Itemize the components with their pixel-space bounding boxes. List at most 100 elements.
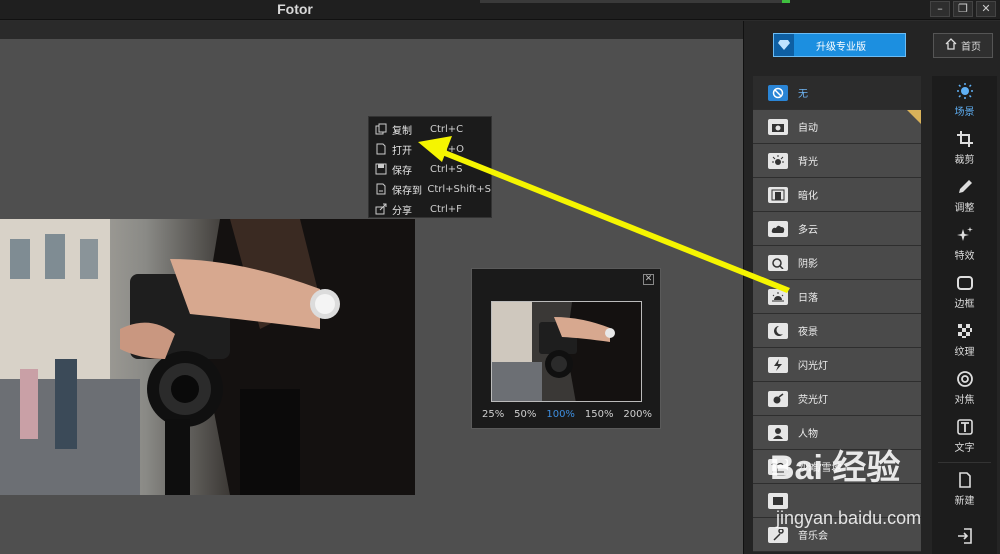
scene-item-night[interactable]: 夜景 xyxy=(753,314,921,348)
upgrade-pro-button[interactable]: 升级专业版 xyxy=(773,33,906,57)
tool-sidebar: 场景 裁剪 调整 特效 边框 纹理 对焦 文字 新建 xyxy=(932,76,997,554)
scene-list: 无 自动 背光 暗化 多云 阴影 日落 夜景 闪光灯 荧光灯 人物 沙滩/雪地 … xyxy=(753,76,921,552)
home-button[interactable]: 首页 xyxy=(933,33,993,58)
scene-item-darken[interactable]: 暗化 xyxy=(753,178,921,212)
main-photo[interactable] xyxy=(0,219,415,495)
zoom-thumbnail[interactable] xyxy=(491,301,642,402)
home-label: 首页 xyxy=(961,42,981,53)
menu-item-copy[interactable]: 复制 Ctrl+C xyxy=(369,119,491,139)
save-icon xyxy=(375,163,387,175)
concert-icon xyxy=(768,526,788,543)
sunset-icon xyxy=(768,288,788,305)
upgrade-label: 升级专业版 xyxy=(816,41,866,53)
scene-label: 夜景 xyxy=(798,327,818,338)
photo-image xyxy=(0,219,415,495)
scene-item-scene[interactable] xyxy=(753,484,921,518)
tool-export[interactable] xyxy=(932,513,997,554)
scene-item-shadow[interactable]: 阴影 xyxy=(753,246,921,280)
menu-item-shortcut: Ctrl+O xyxy=(430,143,465,155)
scene-icon xyxy=(768,492,788,509)
menu-item-label: 保存到 xyxy=(392,185,422,197)
zoom-level-25[interactable]: 25% xyxy=(482,409,504,420)
context-menu: 复制 Ctrl+C 打开 Ctrl+O 保存 Ctrl+S 保存到 Ctrl+S… xyxy=(368,116,492,218)
tool-scene[interactable]: 场景 xyxy=(932,76,997,124)
zoom-level-50[interactable]: 50% xyxy=(514,409,536,420)
fluorescent-icon xyxy=(768,390,788,407)
tool-label: 文字 xyxy=(954,443,975,454)
shadow-icon xyxy=(768,254,788,271)
tool-texture[interactable]: 纹理 xyxy=(932,316,997,364)
save-as-icon xyxy=(375,183,387,195)
effects-sparkle-icon xyxy=(956,226,974,244)
backlight-icon xyxy=(768,152,788,169)
menu-item-shortcut: Ctrl+S xyxy=(430,163,463,175)
tool-label: 边框 xyxy=(954,299,975,310)
tool-label: 裁剪 xyxy=(954,155,975,166)
zoom-panel-close-button[interactable]: ✕ xyxy=(643,274,654,285)
menu-item-open[interactable]: 打开 Ctrl+O xyxy=(369,139,491,159)
menu-item-label: 保存 xyxy=(392,165,412,177)
scene-item-backlight[interactable]: 背光 xyxy=(753,144,921,178)
adjust-pen-icon xyxy=(956,178,974,196)
tool-label: 特效 xyxy=(954,251,975,262)
crop-icon xyxy=(956,130,974,148)
tool-label: 对焦 xyxy=(954,395,975,406)
menu-item-label: 打开 xyxy=(392,145,412,157)
scene-item-auto[interactable]: 自动 xyxy=(753,110,921,144)
none-icon xyxy=(768,84,788,101)
menu-item-save-as[interactable]: 保存到 Ctrl+Shift+S xyxy=(369,179,491,199)
scene-item-fluorescent[interactable]: 荧光灯 xyxy=(753,382,921,416)
scene-label: 自动 xyxy=(798,123,818,134)
scene-label: 沙滩/雪地 xyxy=(798,463,842,474)
text-icon xyxy=(956,418,974,436)
menu-item-label: 分享 xyxy=(392,205,412,217)
scene-item-sunset[interactable]: 日落 xyxy=(753,280,921,314)
scene-label: 阴影 xyxy=(798,259,818,270)
diamond-icon xyxy=(774,34,794,56)
thumbnail-image xyxy=(492,302,641,401)
zoom-level-200[interactable]: 200% xyxy=(623,409,652,420)
focus-icon xyxy=(956,370,974,388)
tool-effects[interactable]: 特效 xyxy=(932,220,997,268)
right-panel: 升级专业版 首页 无 自动 背光 暗化 多云 阴影 日落 夜景 闪光灯 荧光灯 … xyxy=(743,21,1000,554)
menu-item-share[interactable]: 分享 Ctrl+F xyxy=(369,199,491,219)
scene-item-flash[interactable]: 闪光灯 xyxy=(753,348,921,382)
scene-item-cloudy[interactable]: 多云 xyxy=(753,212,921,246)
tool-new[interactable]: 新建 xyxy=(932,465,997,513)
zoom-level-150[interactable]: 150% xyxy=(585,409,614,420)
tool-divider xyxy=(938,462,991,463)
scene-label: 音乐会 xyxy=(798,531,828,542)
night-icon xyxy=(768,322,788,339)
menu-item-save[interactable]: 保存 Ctrl+S xyxy=(369,159,491,179)
menu-item-shortcut: Ctrl+C xyxy=(430,123,464,135)
scene-label: 多云 xyxy=(798,225,818,236)
scene-label: 闪光灯 xyxy=(798,361,828,372)
scene-label: 日落 xyxy=(798,293,818,304)
scene-label: 人物 xyxy=(798,429,818,440)
minimize-button[interactable]: – xyxy=(930,1,950,17)
scene-item-portrait[interactable]: 人物 xyxy=(753,416,921,450)
scene-item-concert[interactable]: 音乐会 xyxy=(753,518,921,552)
frame-icon xyxy=(956,274,974,292)
menu-item-shortcut: Ctrl+Shift+S xyxy=(427,183,491,195)
scene-item-beach[interactable]: 沙滩/雪地 xyxy=(753,450,921,484)
flash-icon xyxy=(768,356,788,373)
zoom-navigator-panel: ✕ 25% 50% 100% 150% 200% xyxy=(471,268,661,429)
tool-text[interactable]: 文字 xyxy=(932,412,997,460)
restore-button[interactable]: ❐ xyxy=(953,1,973,17)
scene-item-none[interactable]: 无 xyxy=(753,76,921,110)
tool-frame[interactable]: 边框 xyxy=(932,268,997,316)
scene-label: 无 xyxy=(798,89,808,100)
zoom-level-100[interactable]: 100% xyxy=(546,409,575,420)
menu-item-label: 复制 xyxy=(392,125,412,137)
scene-label: 背光 xyxy=(798,157,818,168)
scene-label: 暗化 xyxy=(798,191,818,202)
tool-label: 场景 xyxy=(954,107,975,118)
tool-crop[interactable]: 裁剪 xyxy=(932,124,997,172)
tool-focus[interactable]: 对焦 xyxy=(932,364,997,412)
tool-label: 纹理 xyxy=(954,347,975,358)
title-bar: Fotor – ❐ ✕ xyxy=(0,0,1000,20)
menu-item-shortcut: Ctrl+F xyxy=(430,203,462,215)
close-button[interactable]: ✕ xyxy=(976,1,996,17)
tool-adjust[interactable]: 调整 xyxy=(932,172,997,220)
